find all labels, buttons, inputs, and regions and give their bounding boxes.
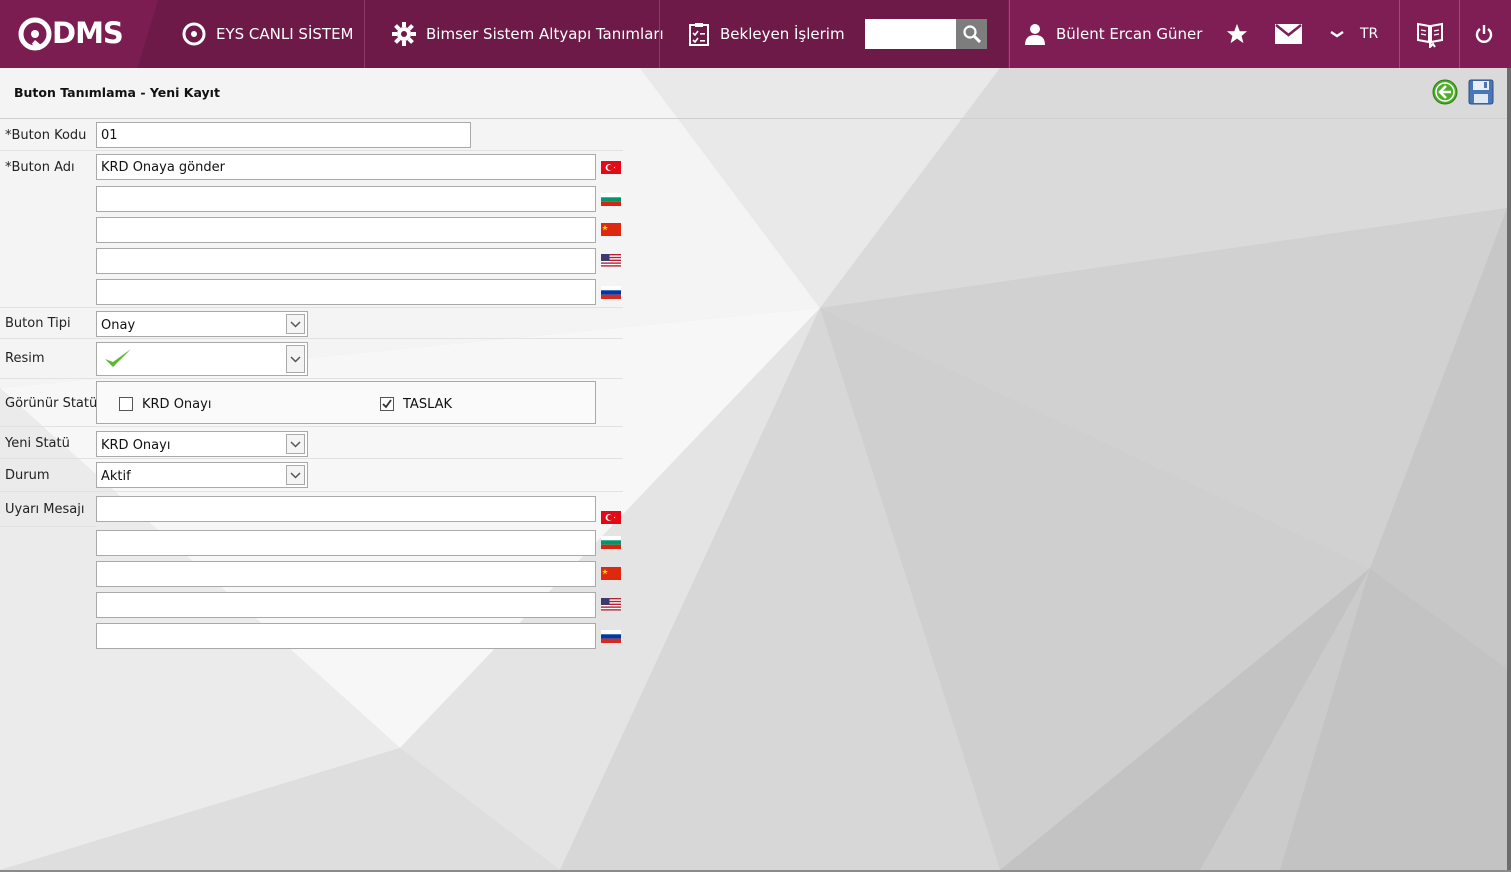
- buton-adi-input-bg[interactable]: [96, 186, 596, 212]
- turkey-flag-icon: [601, 511, 621, 524]
- back-button[interactable]: [1431, 78, 1459, 106]
- page-title: Buton Tanımlama - Yeni Kayıt: [14, 85, 220, 100]
- nav-divider: [1399, 0, 1400, 68]
- checkmark-icon: [382, 399, 392, 409]
- row-divider: [0, 526, 96, 527]
- row-divider: [0, 338, 623, 339]
- help-book-button[interactable]: [1414, 0, 1446, 68]
- star-icon: [1226, 23, 1248, 44]
- logout-button[interactable]: [1472, 0, 1496, 68]
- nav-label: EYS CANLI SİSTEM: [216, 25, 354, 43]
- row-divider: [0, 491, 623, 492]
- uyari-mesaji-input-ru[interactable]: [96, 623, 596, 649]
- gorunur-statu-label: Görünür Statü: [5, 396, 98, 411]
- buton-tipi-select[interactable]: Onay: [96, 311, 308, 337]
- china-flag-icon: [601, 223, 621, 236]
- search-button[interactable]: [956, 19, 987, 49]
- page-header: Buton Tanımlama - Yeni Kayıt: [0, 68, 1507, 119]
- nav-eys-canli-sistem[interactable]: EYS CANLI SİSTEM: [182, 0, 353, 68]
- durum-select[interactable]: Aktif: [96, 462, 308, 488]
- nav-divider: [659, 0, 660, 68]
- row-divider: [0, 458, 623, 459]
- search-icon: [962, 25, 981, 43]
- user-menu[interactable]: Bülent Ercan Güner: [1024, 0, 1202, 68]
- resim-label: Resim: [5, 351, 45, 366]
- q-circle-icon: [182, 22, 206, 46]
- language-label: TR: [1360, 26, 1379, 42]
- buton-adi-input-us[interactable]: [96, 248, 596, 274]
- logo-area[interactable]: DMS: [0, 0, 158, 68]
- green-check-icon: [105, 349, 131, 367]
- top-navigation-bar: DMS EYS CANLI SİSTEM Bimser Sistem Altya…: [0, 0, 1511, 68]
- chevron-down-icon[interactable]: [286, 314, 305, 334]
- buton-kodu-label: *Buton Kodu: [5, 128, 87, 143]
- gorunur-statu-group: KRD Onayı TASLAK: [96, 381, 596, 424]
- nav-divider: [364, 0, 365, 68]
- book-icon: [1417, 22, 1443, 48]
- bulgaria-flag-icon: [601, 193, 621, 206]
- durum-value: Aktif: [101, 469, 131, 484]
- taslak-checkbox[interactable]: [380, 397, 394, 411]
- buton-adi-input-cn[interactable]: [96, 217, 596, 243]
- chevron-down-icon: [1330, 31, 1344, 38]
- row-divider: [0, 426, 623, 427]
- resim-select[interactable]: [96, 342, 308, 376]
- nav-bekleyen-islerim[interactable]: Bekleyen İşlerim: [688, 0, 845, 68]
- buton-tipi-label: Buton Tipi: [5, 316, 71, 331]
- durum-label: Durum: [5, 468, 50, 483]
- row-divider: [0, 378, 623, 379]
- user-name: Bülent Ercan Güner: [1056, 25, 1203, 43]
- uyari-mesaji-label: Uyarı Mesajı: [5, 502, 85, 517]
- language-code[interactable]: TR: [1360, 0, 1378, 68]
- chevron-down-icon[interactable]: [286, 465, 305, 485]
- nav-divider: [1009, 0, 1010, 68]
- krd-onayi-checkbox[interactable]: [119, 397, 133, 411]
- yeni-statu-value: KRD Onayı: [101, 438, 171, 453]
- nav-label: Bimser Sistem Altyapı Tanımları: [426, 25, 664, 43]
- bulgaria-flag-icon: [601, 536, 621, 549]
- buton-adi-input-tr[interactable]: KRD Onaya gönder: [96, 154, 596, 180]
- row-divider: [0, 150, 623, 151]
- power-icon: [1475, 25, 1493, 43]
- buton-adi-label: *Buton Adı: [5, 160, 75, 175]
- buton-kodu-input[interactable]: 01: [96, 122, 471, 148]
- user-icon: [1025, 24, 1045, 45]
- clipboard-icon: [689, 23, 709, 46]
- krd-onayi-label: KRD Onayı: [142, 397, 212, 412]
- logo-text: DMS: [52, 16, 124, 50]
- buton-tipi-value: Onay: [101, 318, 136, 333]
- usa-flag-icon: [601, 254, 621, 267]
- favorites-button[interactable]: [1224, 0, 1250, 68]
- chevron-down-icon[interactable]: [286, 434, 305, 454]
- russia-flag-icon: [601, 286, 621, 299]
- uyari-mesaji-input-tr[interactable]: [96, 496, 596, 522]
- row-divider: [0, 307, 623, 308]
- mail-icon: [1274, 24, 1302, 44]
- messages-button[interactable]: [1273, 0, 1303, 68]
- uyari-mesaji-input-bg[interactable]: [96, 530, 596, 556]
- window-frame-right: [1507, 68, 1511, 872]
- taslak-label: TASLAK: [403, 397, 453, 412]
- uyari-mesaji-input-cn[interactable]: [96, 561, 596, 587]
- nav-divider: [1459, 0, 1460, 68]
- search-input[interactable]: [865, 19, 956, 49]
- yeni-statu-label: Yeni Statü: [5, 436, 70, 451]
- russia-flag-icon: [601, 630, 621, 643]
- nav-label: Bekleyen İşlerim: [720, 25, 845, 43]
- nav-bimser-sistem-altyapi[interactable]: Bimser Sistem Altyapı Tanımları: [392, 0, 664, 68]
- save-button[interactable]: [1467, 78, 1495, 106]
- usa-flag-icon: [601, 598, 621, 611]
- language-dropdown[interactable]: [1327, 0, 1347, 68]
- turkey-flag-icon: [601, 161, 621, 174]
- buton-adi-input-ru[interactable]: [96, 279, 596, 305]
- yeni-statu-select[interactable]: KRD Onayı: [96, 431, 308, 457]
- uyari-mesaji-input-us[interactable]: [96, 592, 596, 618]
- china-flag-icon: [601, 567, 621, 580]
- chevron-down-icon[interactable]: [286, 345, 305, 373]
- gear-icon: [392, 22, 416, 46]
